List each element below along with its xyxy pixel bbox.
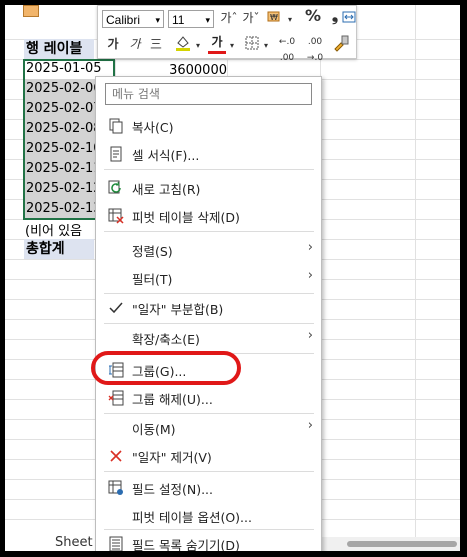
field-list-icon [108,536,124,551]
refresh-icon [108,180,124,196]
menu-item-label: "일자" 제거(V) [132,450,212,465]
menu-item-expand-collapse[interactable]: 확장/축소(E) › [96,323,321,351]
svg-text:₩: ₩ [270,13,278,22]
menu-separator [104,471,314,472]
format-painter-icon[interactable] [332,34,350,56]
chevron-down-icon: ▾ [205,15,210,25]
menu-item-move[interactable]: 이동(M) › [96,413,321,441]
menu-item-hide-field-list[interactable]: 필드 목록 숨기기(D) [96,529,321,551]
menu-item-label: 셀 서식(F)... [132,148,200,163]
comma-button[interactable]: ❟ [330,8,340,24]
chevron-down-icon[interactable]: ▾ [262,38,270,54]
scrollbar-thumb[interactable] [347,541,457,547]
menu-item-sort[interactable]: 정렬(S) › [96,235,321,263]
menu-item-label: 필드 설정(N)... [132,482,213,497]
menu-item-format-cells[interactable]: 셀 서식(F)... [96,139,321,167]
font-name-value: Calibri [106,13,141,27]
ungroup-icon [108,390,124,406]
checkmark-icon [108,300,124,316]
spreadsheet-area: 행 레이블 2025-01-05 2025-02-06 2025-02-07 2… [5,5,460,551]
sheet-tab[interactable]: Sheet [55,535,93,550]
grand-total-cell[interactable]: 총합계 [24,239,94,259]
menu-item-field-settings[interactable]: 필드 설정(N)... [96,473,321,501]
menu-item-group[interactable]: 그룹(G)... [96,355,321,383]
menu-separator [104,169,314,170]
chevron-down-icon[interactable]: ▾ [286,12,294,28]
increase-decimal-icon[interactable]: ←.0.00 [276,34,298,66]
menu-item-pivot-options[interactable]: 피벗 테이블 옵션(O)... [96,501,321,529]
fill-color-icon[interactable] [174,34,192,56]
menu-item-copy[interactable]: 복사(C) [96,111,321,139]
blank-label-cell[interactable]: (비어 있음 [25,220,82,239]
grow-font-button[interactable]: 가ˆ [220,10,238,26]
mini-toolbar: Calibri ▾ 11 ▾ 가ˆ 가ˇ ₩ ▾ % ❟ 가 가 三 ▾ 가 ▾ [97,5,357,63]
menu-item-label: 새로 고침(R) [132,182,201,197]
menu-item-refresh[interactable]: 새로 고침(R) [96,173,321,201]
menu-separator [104,353,314,354]
font-color-label: 가 [211,35,223,49]
group-icon [108,362,124,378]
chevron-down-icon[interactable]: ▾ [228,38,236,54]
menu-item-label: 필드 목록 숨기기(D) [132,538,240,551]
remove-x-icon [108,448,124,464]
chevron-right-icon: › [307,268,313,283]
menu-item-label: 확장/축소(E) [132,332,200,347]
menu-item-ungroup[interactable]: 그룹 해제(U)... [96,383,321,411]
field-settings-icon [108,480,124,496]
bold-button[interactable]: 가 [106,36,120,52]
font-name-select[interactable]: Calibri ▾ [102,10,164,28]
italic-button[interactable]: 가 [128,36,142,52]
menu-item-label: 피벗 테이블 옵션(O)... [132,510,252,525]
copy-icon [108,118,124,134]
menu-item-label: 정렬(S) [132,244,173,259]
format-cells-icon [108,146,124,162]
decrease-decimal-icon[interactable]: .00 →.0 [304,34,326,66]
font-size-select[interactable]: 11 ▾ [168,10,214,28]
font-color-button[interactable]: 가 [208,34,226,54]
font-size-value: 11 [172,13,185,27]
menu-item-label: 필터(T) [132,272,173,287]
percent-button[interactable]: % [302,8,324,24]
shrink-font-button[interactable]: 가ˇ [242,10,260,26]
row-label-header[interactable]: 행 레이블 [24,39,94,59]
borders-icon[interactable] [244,36,260,54]
merge-center-icon[interactable] [342,10,356,28]
menu-item-remove-field[interactable]: "일자" 제거(V) [96,441,321,469]
menu-search-input[interactable]: 메뉴 검색 [105,83,312,105]
menu-item-label: 복사(C) [132,120,174,135]
align-button[interactable]: 三 [148,36,164,52]
delete-pivot-icon [108,208,124,224]
chevron-right-icon: › [307,418,313,433]
grid-line [415,5,416,551]
font-color-swatch [208,51,226,54]
menu-item-label: 이동(M) [132,422,176,437]
menu-item-filter[interactable]: 필터(T) › [96,263,321,291]
pivot-field-icon[interactable] [23,5,39,17]
chevron-down-icon[interactable]: ▾ [194,38,202,54]
menu-item-label: 그룹(G)... [132,364,187,379]
chevron-right-icon: › [307,240,313,255]
menu-item-label: "일자" 부분합(B) [132,302,224,317]
menu-item-delete-pivot[interactable]: 피벗 테이블 삭제(D) [96,201,321,229]
menu-item-label: 피벗 테이블 삭제(D) [132,210,240,225]
chevron-right-icon: › [307,328,313,343]
context-menu: 메뉴 검색 복사(C) 셀 서식(F)... 새로 고침(R) 피벗 테이블 삭… [95,76,322,551]
menu-item-subtotal[interactable]: "일자" 부분합(B) [96,293,321,321]
chevron-down-icon: ▾ [155,15,160,25]
menu-item-label: 그룹 해제(U)... [132,392,213,407]
accounting-format-icon[interactable]: ₩ [266,10,284,28]
menu-separator [104,231,314,232]
